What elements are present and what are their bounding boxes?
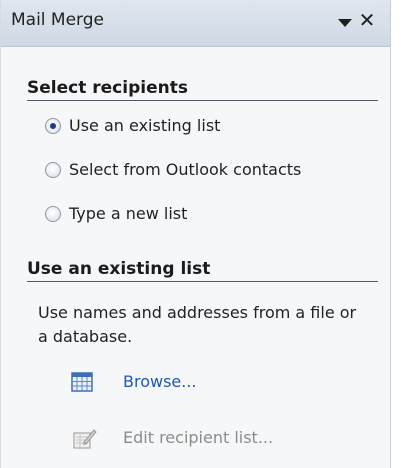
radio-button[interactable]	[45, 162, 61, 178]
description-text: Use names and addresses from a file or a…	[38, 303, 357, 346]
radio-label: Type a new list	[69, 204, 188, 223]
table-icon	[71, 372, 93, 392]
browse-label[interactable]: Browse...	[123, 372, 197, 391]
edit-recipient-list-label: Edit recipient list...	[123, 428, 274, 447]
chevron-down-icon[interactable]	[338, 19, 352, 27]
section-heading-select-recipients: Select recipients	[27, 78, 188, 98]
radio-label: Select from Outlook contacts	[69, 160, 302, 179]
close-icon[interactable]: ✕	[358, 10, 376, 30]
pane-titlebar: Mail Merge ✕	[1, 0, 390, 47]
edit-list-icon	[73, 429, 97, 449]
section-divider	[27, 100, 378, 101]
radio-label: Use an existing list	[69, 116, 221, 135]
radio-button-selected[interactable]	[45, 118, 61, 134]
pane-title: Mail Merge	[11, 10, 105, 30]
mail-merge-pane: Mail Merge ✕ Select recipients Use an ex…	[0, 0, 391, 468]
radio-button[interactable]	[45, 206, 61, 222]
section-divider	[27, 281, 378, 282]
section-heading-use-existing: Use an existing list	[27, 259, 211, 279]
